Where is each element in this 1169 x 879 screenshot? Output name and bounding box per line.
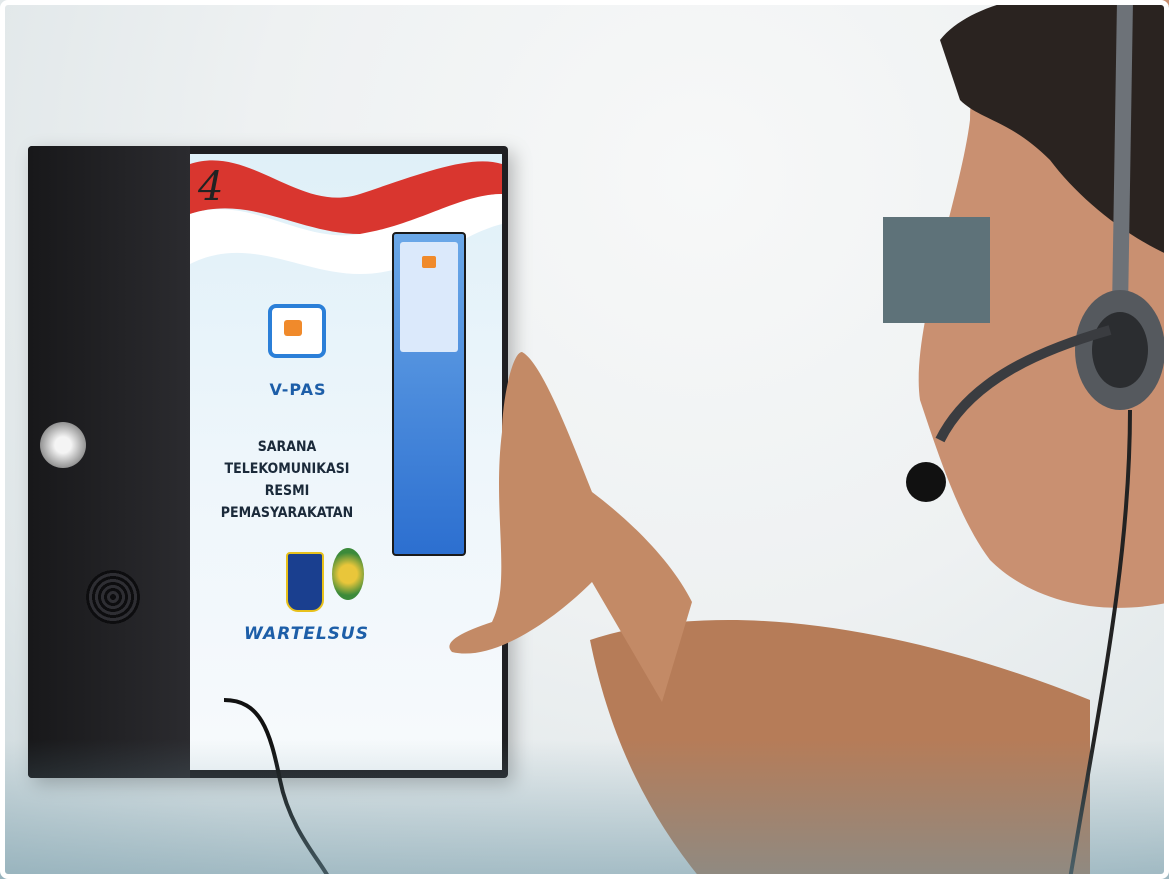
garuda-emblem-icon — [332, 548, 364, 600]
vpas-brand-text: V-PAS — [269, 380, 327, 399]
speaker-grille — [86, 570, 140, 624]
tablet-app-screen — [400, 242, 458, 352]
booth-number: 4 — [198, 164, 224, 210]
key-lock — [40, 422, 86, 468]
bottom-tint-overlay — [0, 739, 1169, 879]
kiosk-side-panel — [28, 146, 190, 778]
app-camera-icon — [422, 256, 436, 268]
photo-scene: 4 V-PAS SARANA TELEKOMUNIKASI RESMI PEMA… — [0, 0, 1169, 879]
provider-logo-text: WARTELSUS — [244, 624, 369, 644]
kiosk-heading-line-1: SARANA TELEKOMUNIKASI — [224, 439, 350, 477]
kiosk-heading: SARANA TELEKOMUNIKASI RESMI PEMASYARAKAT… — [202, 436, 372, 524]
vpas-logo-icon — [268, 304, 326, 358]
privacy-censor-box — [883, 217, 990, 323]
ministry-emblem-icon — [286, 552, 324, 612]
person-hand — [449, 352, 692, 702]
kiosk-heading-line-2: RESMI PEMASYARAKATAN — [220, 483, 354, 521]
